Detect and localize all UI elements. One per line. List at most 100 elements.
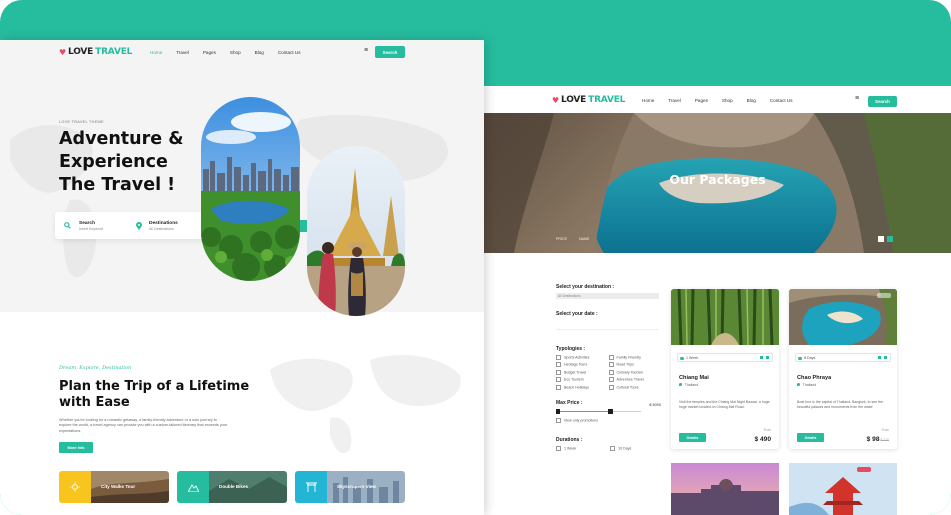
plane-icon [766, 356, 769, 359]
keyword-placeholder: Insert Keyword [79, 226, 103, 231]
search-button[interactable]: Search [868, 96, 897, 107]
tile-skyscrapers[interactable]: Skyscrapers View [295, 471, 405, 503]
typologies-label: Typologies : [556, 346, 586, 352]
sort-name[interactable]: NAME [579, 237, 589, 241]
location-pin-icon [129, 221, 149, 230]
nav-home[interactable]: Home [150, 50, 162, 55]
nav-contact[interactable]: Contact Us [278, 50, 301, 55]
nav-travel[interactable]: Travel [668, 98, 681, 103]
typology-checkbox[interactable]: Heritage Tours [556, 362, 609, 367]
sort-bar: PRICE NAME [556, 237, 589, 241]
card-price: $ 98$ 120 [867, 436, 889, 443]
package-card[interactable]: 8 Days Chao Phraya Thailand Boat tour in… [789, 289, 897, 449]
section-title: Plan the Trip of a Lifetime with Ease [59, 379, 249, 411]
search-icon [55, 222, 79, 229]
destination-select[interactable]: All Destinations [556, 293, 659, 299]
card-icons [760, 356, 769, 359]
slider-max-handle[interactable] [608, 408, 613, 414]
card-name[interactable]: Chiang Mai [679, 375, 709, 381]
section-title-line-1: Plan the Trip of a Lifetime [59, 379, 250, 394]
menu-icon[interactable]: ≡ [855, 95, 859, 102]
home-navbar: ♥ LOVE TRAVEL Home Travel Pages Shop Blo… [0, 40, 484, 64]
hero-section: ♥ LOVE TRAVEL Home Travel Pages Shop Blo… [0, 40, 484, 316]
hero-title: Adventure & Experience The Travel ! [59, 128, 183, 197]
nav-pages[interactable]: Pages [203, 50, 216, 55]
typology-checkbox[interactable]: Adventure Travel [609, 377, 662, 382]
slider-min-handle[interactable] [556, 408, 560, 414]
details-button[interactable]: Details [797, 433, 824, 442]
card-description: Boat tour in the capital of Thailand, Ba… [797, 400, 883, 410]
promo-checkbox[interactable]: View only promotions [556, 418, 661, 423]
packages-hero-title: Our Packages [669, 172, 766, 187]
package-card[interactable]: 1 Week Chiang Mai Thailand Visit the tem… [671, 289, 779, 449]
old-price: $ 120 [880, 438, 890, 442]
typology-checkbox[interactable]: Road Trips [609, 362, 662, 367]
bamboo-photo [671, 289, 779, 345]
duration-checkbox[interactable]: 1 Week [556, 446, 576, 451]
details-button[interactable]: Details [679, 433, 706, 442]
card-description: Visit the temples and the Chiang Mai Nig… [679, 400, 770, 410]
typology-checkbox[interactable]: Family Friendly [609, 355, 662, 360]
packages-page: ♥ LOVE TRAVEL Home Travel Pages Shop Blo… [484, 86, 951, 515]
gate-icon [295, 471, 327, 503]
keyword-field[interactable]: Search Insert Keyword [79, 221, 129, 231]
heart-icon: ♥ [59, 47, 66, 57]
nav-home[interactable]: Home [642, 98, 654, 103]
duration-checkbox[interactable]: 10 Days [610, 446, 631, 451]
hero-kicker: LOVE TRAVEL THEME [59, 120, 104, 124]
nav-travel[interactable]: Travel [176, 50, 189, 55]
logo[interactable]: ♥ LOVE TRAVEL [59, 47, 132, 57]
tile-double-bikes[interactable]: Double Bikes [177, 471, 287, 503]
date-label: Select your date : [556, 311, 598, 317]
nav-blog[interactable]: Blog [255, 50, 264, 55]
card-place: Thailand [679, 383, 699, 387]
typology-checkbox[interactable]: Sports Activities [556, 355, 609, 360]
search-button[interactable]: Search [375, 46, 405, 58]
durations-list: 1 Week 10 Days [556, 446, 661, 465]
main-nav: Home Travel Pages Shop Blog Contact Us [642, 98, 793, 103]
typology-checkbox[interactable]: Cultural Tours [609, 385, 662, 390]
card-duration: 8 Days [804, 355, 816, 360]
home-page: ♥ LOVE TRAVEL Home Travel Pages Shop Blo… [0, 40, 484, 515]
bus-icon [878, 356, 881, 359]
more-info-button[interactable]: More Info [59, 442, 93, 453]
card-meta: 8 Days [795, 353, 891, 362]
nav-shop[interactable]: Shop [230, 50, 241, 55]
card-duration: 1 Week [686, 355, 699, 360]
clock-icon [798, 356, 802, 360]
grid-view-icon[interactable] [878, 236, 884, 242]
price-slider[interactable] [556, 408, 661, 415]
destination-field[interactable]: Destinations All Destinations [149, 221, 178, 231]
nav-blog[interactable]: Blog [747, 98, 756, 103]
typology-checkbox[interactable]: Eco Tourism [556, 377, 609, 382]
nav-shop[interactable]: Shop [722, 98, 733, 103]
typology-checkbox[interactable]: Beach Holidays [556, 385, 609, 390]
sort-price[interactable]: PRICE [556, 237, 567, 241]
card-from: From [881, 428, 889, 432]
list-view-icon[interactable] [887, 236, 893, 242]
hero-title-line-2: Experience [59, 152, 168, 172]
section-text: Whether you're looking for a romantic ge… [59, 418, 228, 433]
main-nav: Home Travel Pages Shop Blog Contact Us [150, 50, 301, 55]
hero-title-line-3: The Travel ! [59, 175, 176, 195]
tile-label: City Walks Tour [101, 484, 136, 489]
tile-city-walks[interactable]: City Walks Tour [59, 471, 169, 503]
destination-label: Select your destination : [556, 284, 615, 290]
card-name[interactable]: Chao Phraya [797, 375, 831, 381]
filters-sidebar: Select your destination : All Destinatio… [556, 284, 661, 465]
typology-checkbox[interactable]: Culinary Tourism [609, 370, 662, 375]
nav-pages[interactable]: Pages [695, 98, 708, 103]
logo[interactable]: ♥ LOVE TRAVEL [552, 95, 625, 105]
sale-badge [877, 293, 891, 298]
world-map-bg [270, 355, 461, 454]
heart-icon: ♥ [552, 95, 559, 105]
sun-icon [59, 471, 91, 503]
menu-icon[interactable]: ≡ [364, 47, 368, 54]
view-toggle [878, 236, 893, 242]
nav-contact[interactable]: Contact Us [770, 98, 793, 103]
card-from: From [763, 428, 771, 432]
keyword-label: Search [79, 220, 95, 226]
date-input[interactable] [556, 329, 659, 330]
typology-checkbox[interactable]: Budget Travel [556, 370, 609, 375]
temple-travelers-photo [307, 146, 405, 316]
